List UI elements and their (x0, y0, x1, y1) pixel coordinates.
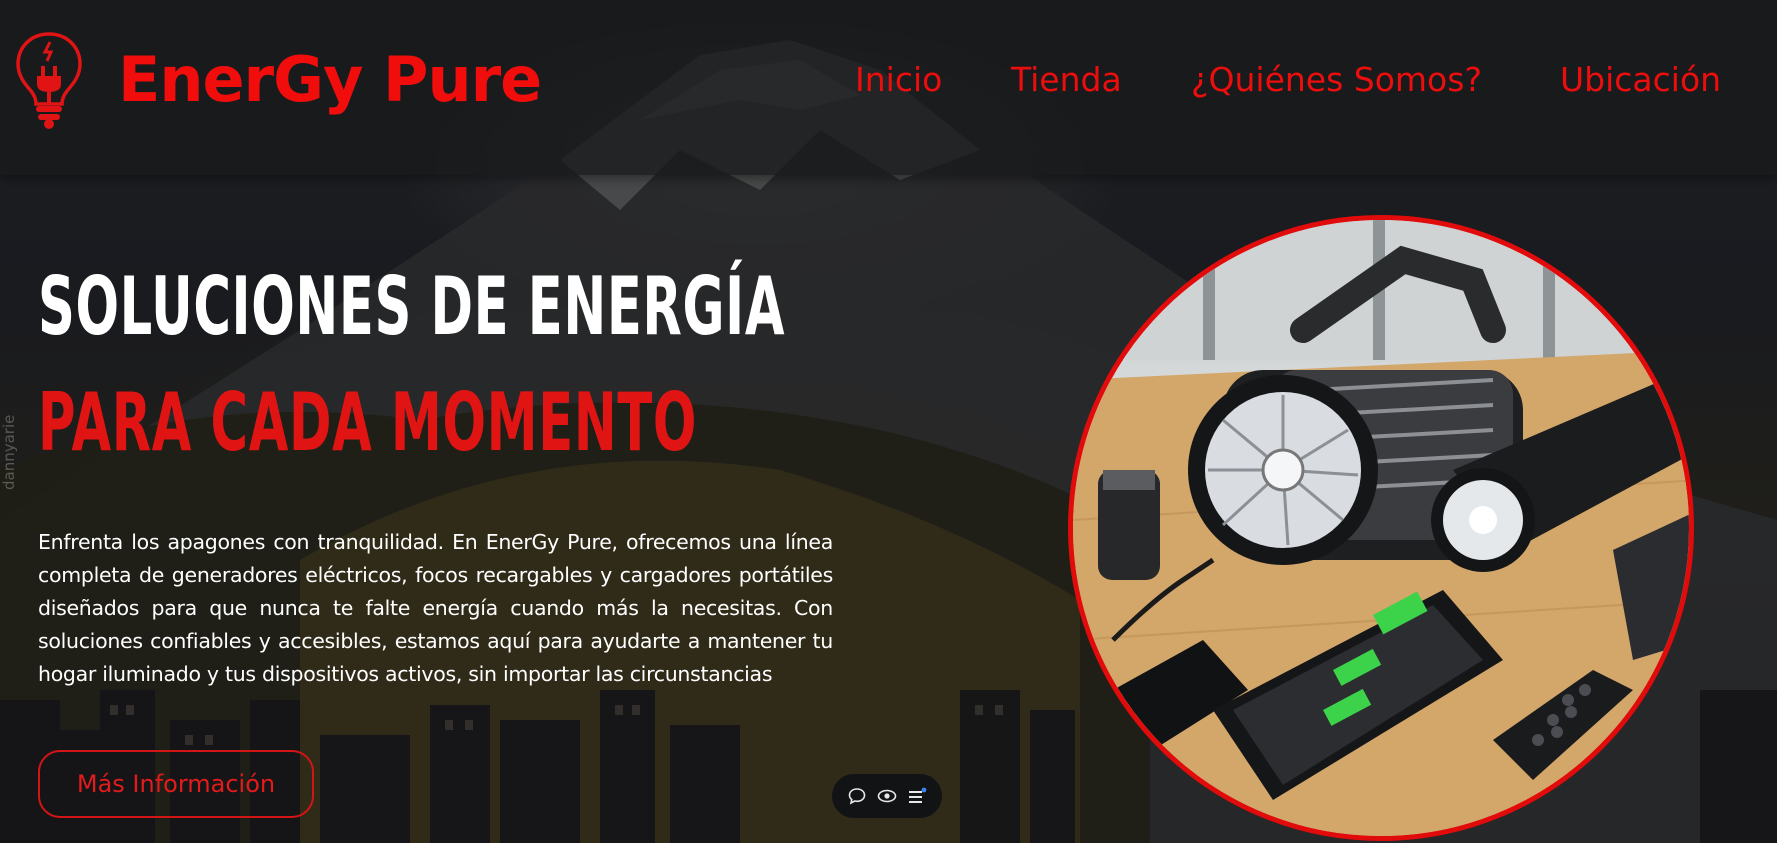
comment-icon[interactable] (846, 785, 868, 807)
nav-item-inicio[interactable]: Inicio (855, 56, 942, 104)
hero-headline-line1: SOLUCIONES DE ENERGÍA (38, 260, 786, 353)
nav-item-tienda[interactable]: Tienda (1011, 56, 1122, 104)
lightbulb-plug-icon[interactable] (14, 30, 84, 132)
hero-headline-line2: PARA CADA MOMENTO (38, 376, 698, 469)
nav-item-quienes-somos[interactable]: ¿Quiénes Somos? (1191, 56, 1482, 104)
nav-item-ubicacion[interactable]: Ubicación (1560, 56, 1721, 104)
menu-icon[interactable] (906, 785, 928, 807)
more-info-button[interactable]: Más Información (38, 750, 314, 818)
site-header: EnerGy Pure Inicio Tienda ¿Quiénes Somos… (0, 0, 1777, 175)
brand-name[interactable]: EnerGy Pure (118, 40, 542, 120)
photo-watermark: dannyarie (0, 414, 18, 490)
eye-icon[interactable] (876, 785, 898, 807)
hero-description: Enfrenta los apagones con tranquilidad. … (38, 530, 833, 686)
floating-toolbar (832, 774, 942, 818)
product-image (1068, 215, 1694, 841)
